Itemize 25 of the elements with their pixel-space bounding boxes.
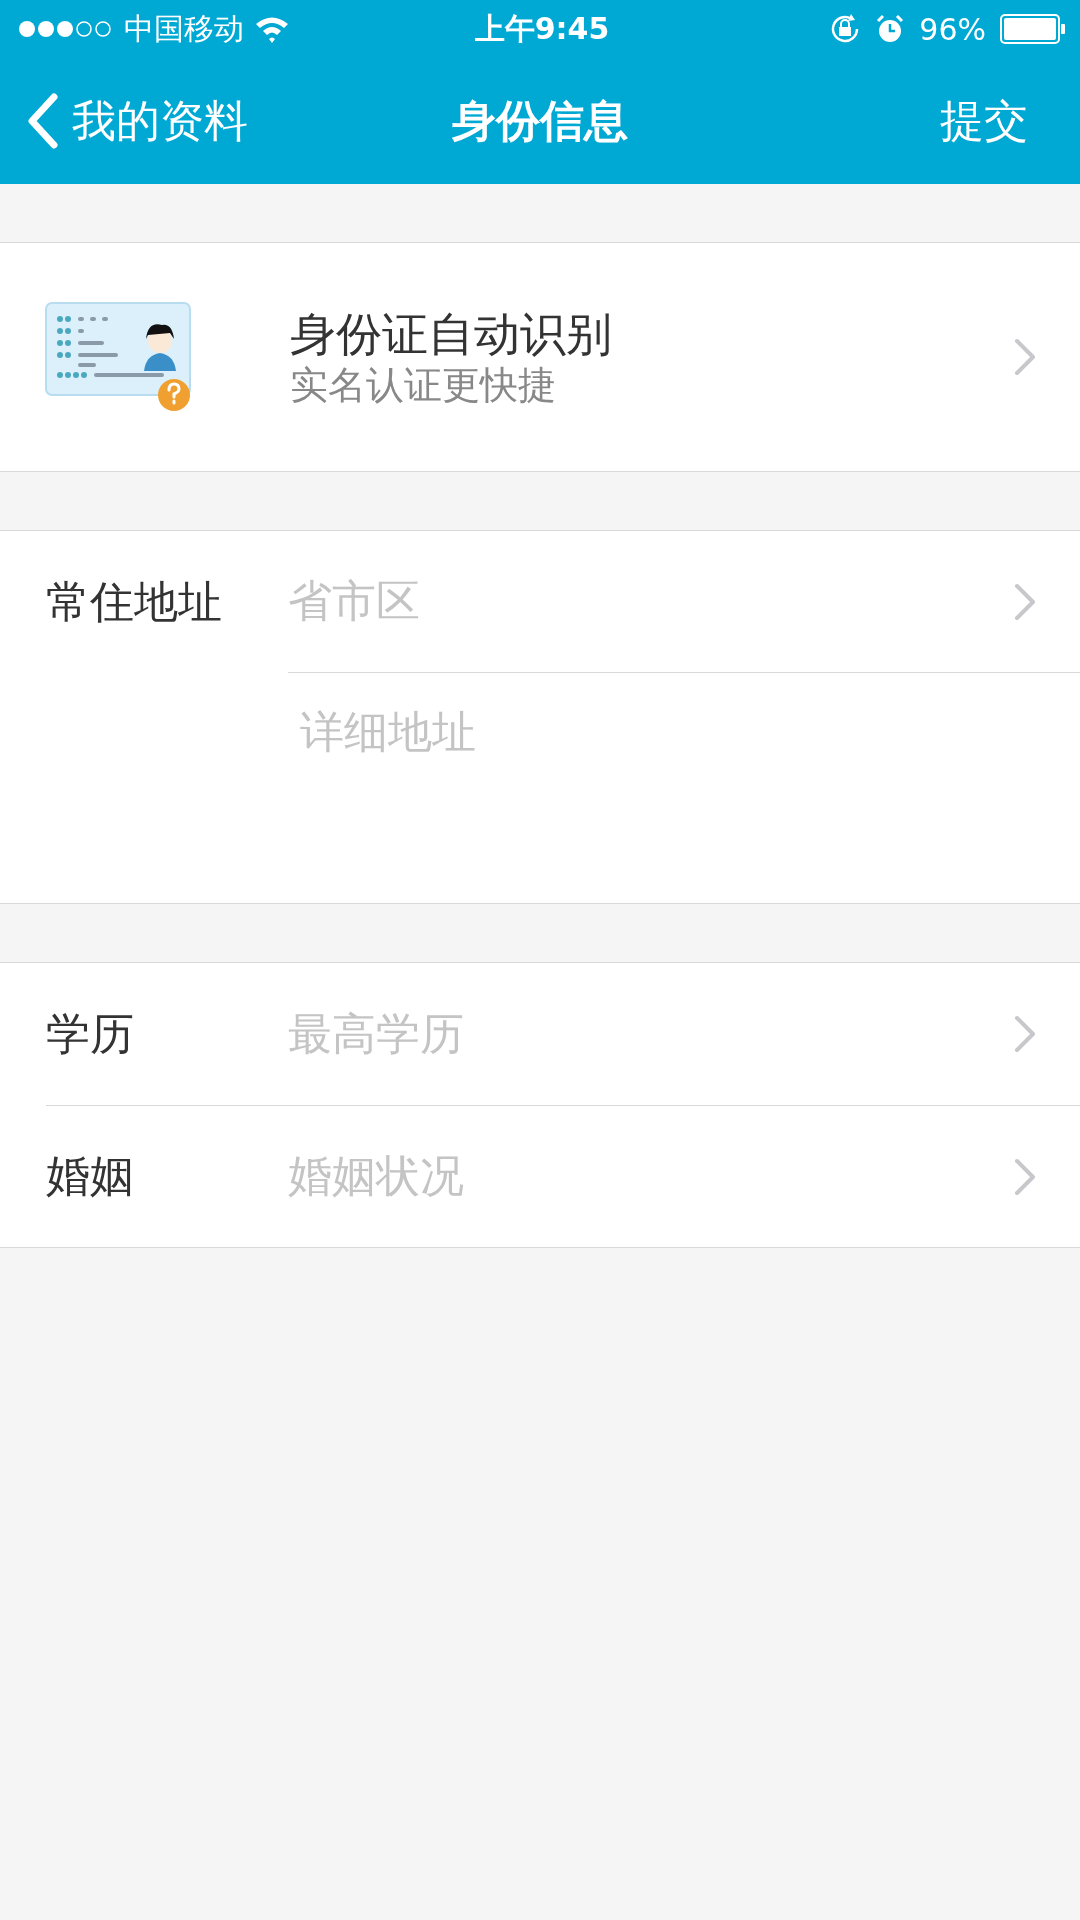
picker-row[interactable]: 学历 最高学历 [46,963,1080,1105]
id-scan-row[interactable]: 身份证自动识别 实名认证更快捷 [0,243,1080,471]
id-scan-title: 身份证自动识别 [290,306,612,362]
field-placeholder: 婚姻状况 [288,1149,464,1203]
address-label: 常住地址 [0,531,288,903]
field-label: 学历 [46,1006,135,1061]
id-card-icon [44,301,194,413]
chevron-right-icon [1014,338,1036,376]
detail-address-field[interactable]: 详细地址 [288,673,1080,903]
status-time: 上午9:45 [474,9,610,48]
carrier-name: 中国移动 [124,9,244,48]
chevron-right-icon [1014,1015,1036,1053]
battery-percent: 96% [919,11,986,47]
page-title: 身份信息 [452,93,628,148]
wifi-icon [254,15,290,43]
field-label: 婚姻 [46,1149,135,1203]
battery-icon [1000,14,1066,44]
field-placeholder: 最高学历 [288,1006,464,1061]
chevron-right-icon [1014,582,1036,621]
signal-icon [18,19,114,39]
back-chevron-icon [26,93,58,149]
chevron-right-icon [1014,1157,1036,1196]
picker-row[interactable]: 婚姻 婚姻状况 [46,1105,1080,1247]
id-scan-subtitle: 实名认证更快捷 [290,362,557,408]
alarm-clock-icon [875,14,906,44]
